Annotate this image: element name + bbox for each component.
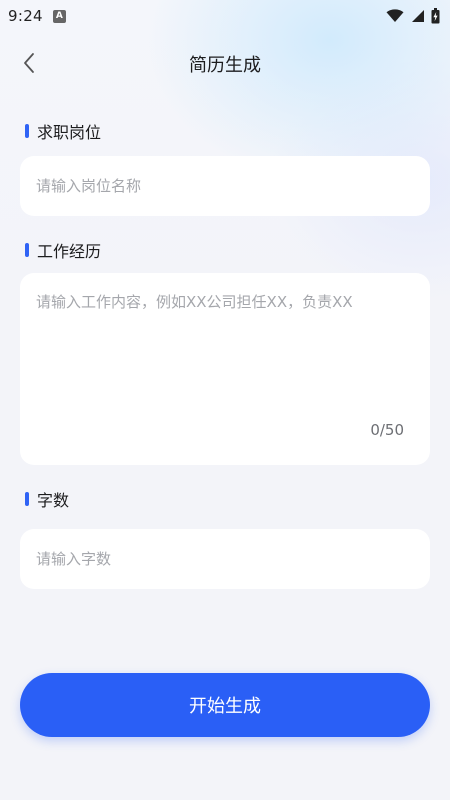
word-count-label: 字数	[37, 491, 70, 510]
word-count-input[interactable]	[36, 550, 414, 568]
position-input[interactable]	[36, 177, 414, 195]
nav-bar: 简历生成	[0, 32, 450, 96]
experience-textarea[interactable]	[36, 291, 414, 411]
label-accent-bar	[25, 492, 29, 506]
label-accent-bar	[25, 124, 29, 138]
label-accent-bar	[25, 243, 29, 257]
battery-charging-icon	[431, 8, 440, 24]
wifi-icon	[386, 9, 404, 22]
section-label-position: 求职岗位	[25, 119, 101, 143]
position-field	[20, 156, 430, 216]
status-icons	[386, 8, 440, 24]
char-counter: 0/50	[370, 421, 404, 439]
back-button[interactable]	[14, 48, 44, 78]
position-label: 求职岗位	[37, 123, 102, 142]
word-count-field	[20, 529, 430, 589]
chevron-left-icon	[24, 53, 34, 73]
status-bar: 9:24 A	[0, 0, 450, 32]
notification-badge-icon: A	[52, 9, 66, 23]
experience-field: 0/50	[20, 273, 430, 465]
status-time: 9:24	[8, 7, 43, 25]
section-label-word-count: 字数	[25, 487, 69, 511]
page-title: 简历生成	[189, 55, 261, 76]
signal-icon	[412, 10, 424, 22]
section-label-experience: 工作经历	[25, 238, 101, 262]
experience-label: 工作经历	[37, 242, 102, 261]
start-generate-button[interactable]: 开始生成	[20, 673, 430, 737]
